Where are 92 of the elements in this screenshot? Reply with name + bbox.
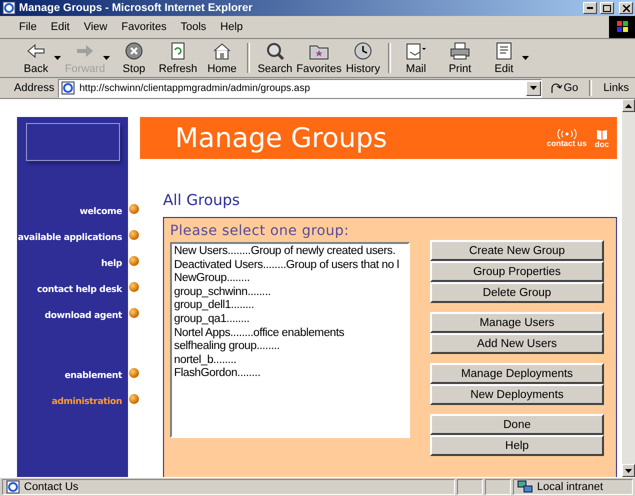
- toolbar-button[interactable]: Edit: [482, 41, 526, 75]
- list-item[interactable]: Nortel Apps........office enablements: [174, 326, 406, 340]
- page-icon: [61, 81, 76, 95]
- down-arrow-icon: [625, 468, 632, 472]
- home-icon: [211, 41, 233, 61]
- bullet-icon: [129, 368, 139, 378]
- scroll-down-button[interactable]: [622, 464, 635, 477]
- back-arrow-icon: [25, 41, 47, 61]
- menu-item[interactable]: File: [12, 21, 44, 33]
- action-button[interactable]: Group Properties: [430, 261, 604, 282]
- go-button[interactable]: Go: [546, 82, 582, 94]
- address-field[interactable]: http://schwinn/clientappmgradmin/admin/groups.asp: [58, 78, 542, 98]
- group-list[interactable]: [170, 242, 410, 438]
- sidebar-link[interactable]: download agent: [17, 303, 128, 329]
- action-button[interactable]: Help: [430, 435, 604, 456]
- book-icon: [596, 128, 608, 140]
- stop-icon: [123, 41, 145, 61]
- list-item[interactable]: FlashGordon........: [174, 367, 406, 381]
- toolbar-button[interactable]: Stop: [112, 41, 156, 75]
- links-button[interactable]: Links: [599, 82, 633, 94]
- list-item[interactable]: selfhealing group........: [174, 340, 406, 354]
- list-item[interactable]: group_dell1........: [174, 299, 406, 313]
- caret-icon[interactable]: [522, 56, 529, 60]
- toolbar-button[interactable]: Refresh: [156, 41, 200, 75]
- action-button[interactable]: Done: [430, 414, 604, 435]
- toolbar-button[interactable]: Mail: [394, 41, 438, 75]
- bullet-icon: [129, 394, 139, 404]
- dropdown-button[interactable]: [526, 80, 541, 96]
- menu-item[interactable]: View: [76, 21, 114, 33]
- action-button[interactable]: Create New Group: [430, 240, 604, 261]
- printer-icon: [449, 41, 471, 61]
- signal-waves-icon: [556, 128, 578, 138]
- page-icon: [6, 480, 20, 494]
- prompt-text: Please select one group:: [170, 223, 350, 239]
- up-arrow-icon: [625, 104, 632, 108]
- sidebar-link[interactable]: welcome: [17, 199, 128, 225]
- action-button[interactable]: Manage Users: [430, 312, 604, 333]
- action-button[interactable]: Delete Group: [430, 282, 604, 303]
- go-arrow-icon: [550, 82, 562, 94]
- page-title: Manage Groups: [175, 122, 388, 154]
- close-icon: [622, 4, 630, 12]
- network-icon: [517, 480, 533, 494]
- action-button[interactable]: Add New Users: [430, 333, 604, 354]
- toolbar-button[interactable]: Search: [253, 41, 297, 75]
- search-icon: [264, 41, 286, 61]
- bullet-icon: [129, 308, 139, 318]
- page-icon: [2, 1, 16, 15]
- section-title: All Groups: [163, 191, 241, 209]
- menu-item[interactable]: Edit: [44, 21, 77, 33]
- list-item[interactable]: NewGroup........: [174, 272, 406, 286]
- menu-item[interactable]: Favorites: [114, 21, 174, 33]
- mail-icon: [405, 41, 427, 61]
- status-pane: [485, 479, 511, 495]
- sidebar-link[interactable]: administration: [17, 389, 128, 415]
- list-item[interactable]: Deactivated Users........Group of users that no l: [174, 258, 406, 272]
- minimize-icon: [587, 7, 593, 9]
- toolbar-button[interactable]: Back: [14, 41, 58, 75]
- list-item[interactable]: group_qa1........: [174, 312, 406, 327]
- window-title: Manage Groups - Microsoft Internet Explorer: [19, 2, 254, 14]
- windows-logo-icon: [609, 16, 635, 38]
- bullet-icon: [129, 256, 139, 266]
- action-button[interactable]: New Deployments: [430, 384, 604, 405]
- toolbar-button[interactable]: Home: [200, 41, 244, 75]
- caret-icon: [530, 86, 537, 90]
- sidebar-link[interactable]: contact help desk: [17, 277, 128, 303]
- bullet-icon: [129, 230, 139, 240]
- status-text: Contact Us: [24, 481, 78, 493]
- toolbar-button[interactable]: Favorites: [297, 41, 341, 75]
- list-item[interactable]: nortel_b........: [174, 354, 406, 368]
- zone-text: Local intranet: [537, 481, 604, 493]
- bullet-icon: [129, 204, 139, 214]
- address-label: Address: [14, 82, 54, 94]
- scrollbar[interactable]: [622, 99, 635, 477]
- maximize-icon: [603, 4, 611, 12]
- clock-icon: [352, 41, 374, 61]
- sidebar-link[interactable]: help: [17, 251, 128, 277]
- menu-item[interactable]: Help: [213, 21, 250, 33]
- maximize-button[interactable]: [600, 2, 614, 14]
- scroll-up-button[interactable]: [622, 99, 635, 112]
- sidebar-link[interactable]: available applications: [17, 225, 128, 251]
- status-pane: [457, 479, 483, 495]
- bullet-icon: [129, 282, 139, 292]
- list-item[interactable]: group_schwinn........: [174, 286, 406, 300]
- toolbar-button[interactable]: Print: [438, 41, 482, 75]
- list-item[interactable]: New Users........Group of newly created users.: [174, 245, 406, 259]
- toolbar-button[interactable]: History: [341, 41, 385, 75]
- minimize-button[interactable]: [583, 2, 597, 14]
- close-button[interactable]: [619, 2, 633, 14]
- menu-item[interactable]: Tools: [174, 21, 214, 33]
- caret-icon[interactable]: [54, 56, 61, 60]
- sidebar-link[interactable]: enablement: [17, 363, 128, 389]
- action-button[interactable]: Manage Deployments: [430, 363, 604, 384]
